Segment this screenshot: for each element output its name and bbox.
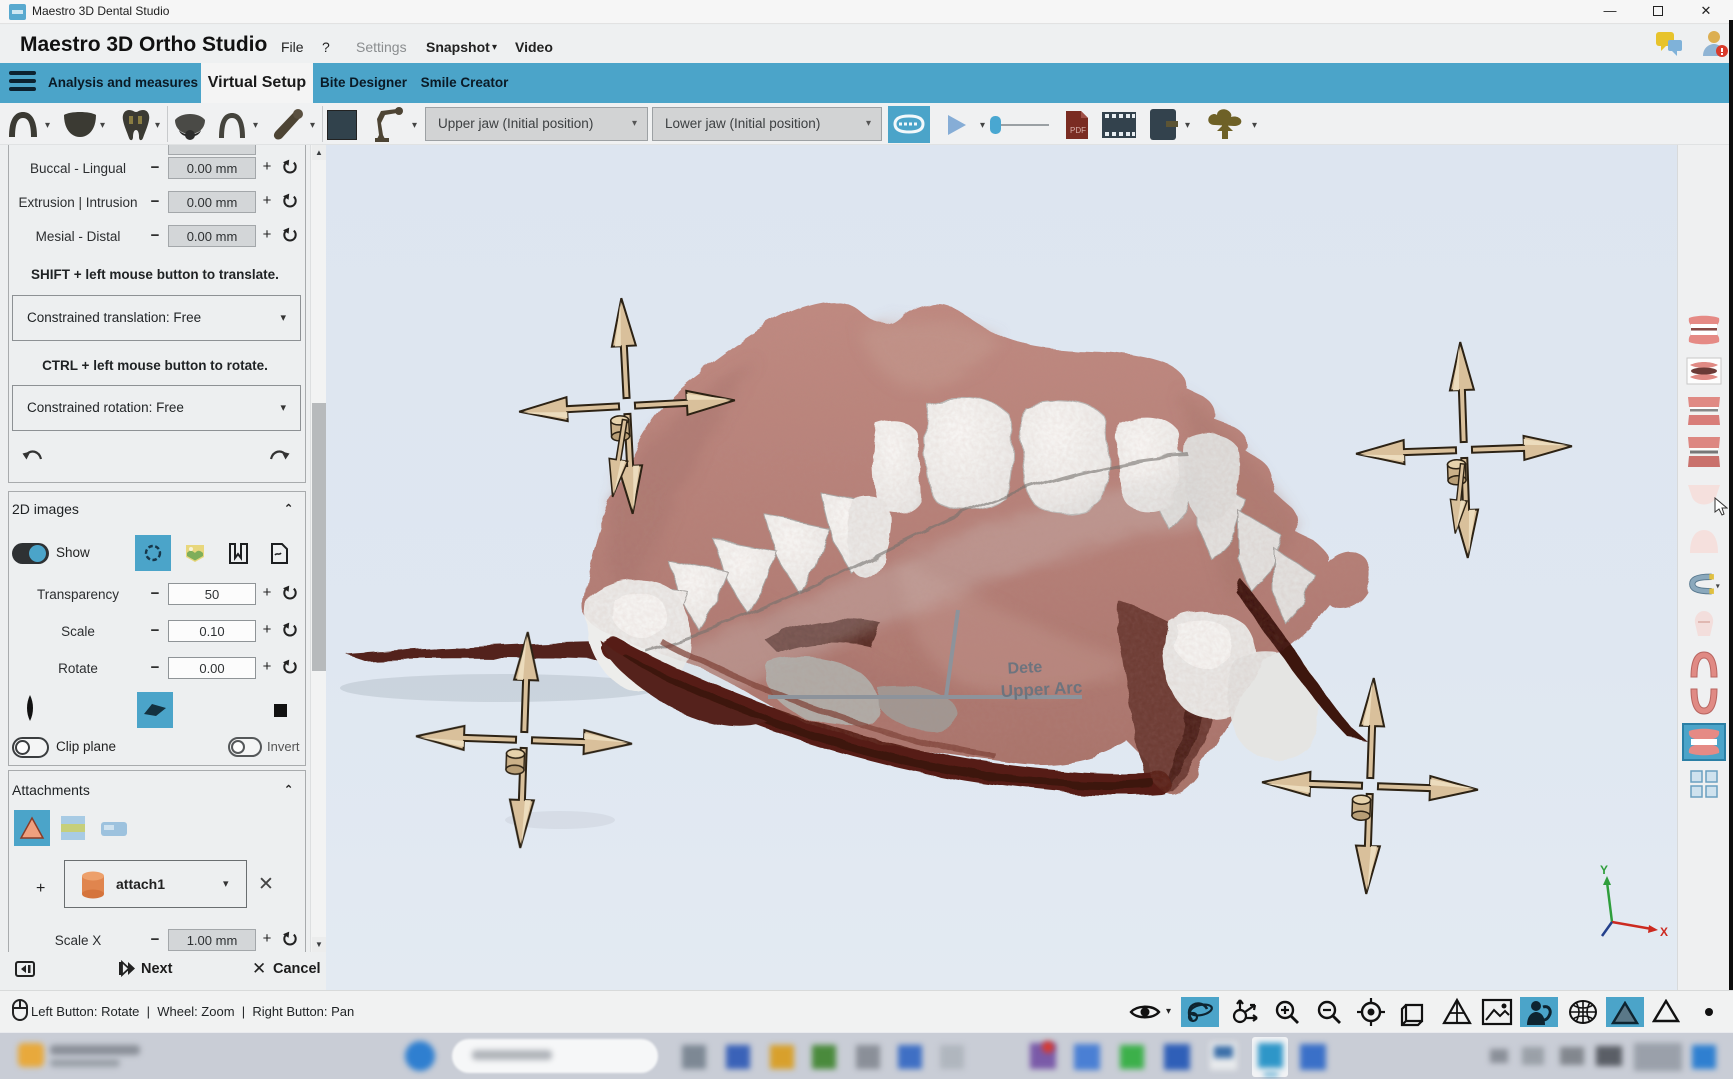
- svg-text:X: X: [1660, 925, 1668, 939]
- svg-text:▾: ▾: [1716, 582, 1720, 591]
- svg-text:Dete: Dete: [1007, 659, 1043, 678]
- svg-text:PDF: PDF: [1070, 126, 1086, 135]
- svg-text:Y: Y: [1600, 863, 1608, 877]
